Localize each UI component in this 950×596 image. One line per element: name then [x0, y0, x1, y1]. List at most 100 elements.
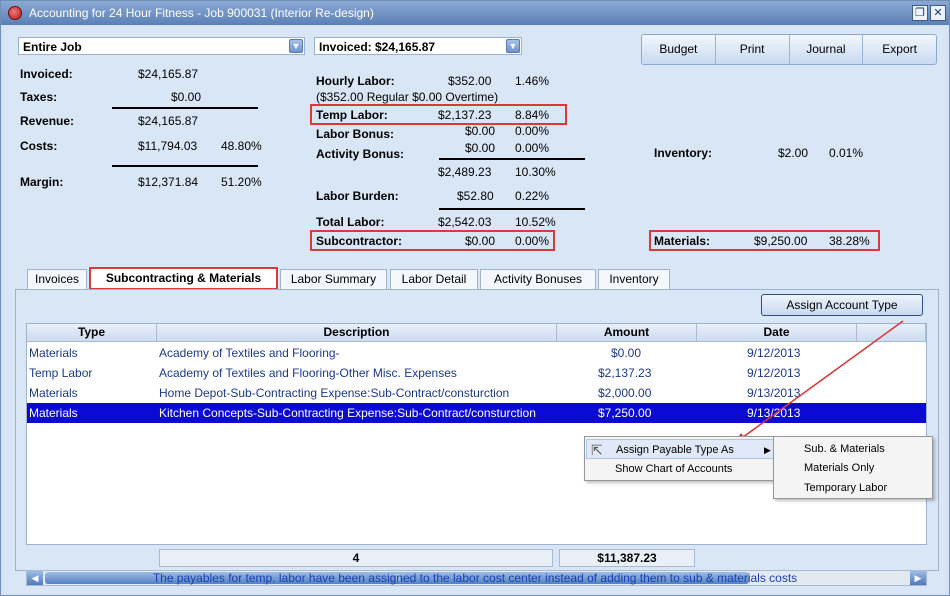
job-scope-dropdown[interactable]: Entire Job ▼ [18, 37, 305, 55]
taxes-label: Taxes: [20, 90, 58, 104]
materials-value: $9,250.00 [754, 234, 808, 248]
submenu-item-sub-materials[interactable]: Sub. & Materials [774, 439, 932, 459]
tab-activity-bonuses[interactable]: Activity Bonuses [480, 269, 596, 289]
menu-item-assign-payable-type[interactable]: ⇱ Assign Payable Type As ▶ [586, 439, 775, 459]
activity-bonus-pct: 0.00% [515, 141, 550, 155]
temp-labor-label: Temp Labor: [316, 108, 388, 122]
title-bar: Accounting for 24 Hour Fitness - Job 900… [1, 1, 949, 25]
amount-total: $11,387.23 [559, 549, 695, 567]
hourly-labor-pct: 1.46% [515, 74, 550, 88]
cell-description: Home Depot-Sub-Contracting Expense:Sub-C… [159, 386, 510, 400]
activity-bonus-label: Activity Bonus: [316, 147, 405, 161]
cell-amount: $0.00 [611, 346, 642, 360]
cell-description: Academy of Textiles and Flooring-Other M… [159, 366, 457, 380]
margin-pct: 51.20% [221, 175, 262, 189]
cell-description: Academy of Textiles and Flooring- [159, 346, 340, 360]
toolbar: Budget Print Journal Export [641, 34, 937, 65]
labor-subtotal-pct: 10.30% [515, 165, 556, 179]
assign-account-type-button[interactable]: Assign Account Type [761, 294, 923, 316]
total-labor-pct: 10.52% [515, 215, 556, 229]
costs-value: $11,794.03 [138, 139, 198, 153]
divider [112, 107, 258, 109]
taxes-value: $0.00 [171, 90, 202, 104]
margin-value: $12,371.84 [138, 175, 199, 189]
submenu-item-label: Temporary Labor [804, 482, 888, 494]
budget-button[interactable]: Budget [642, 35, 716, 64]
labor-burden-pct: 0.22% [515, 189, 550, 203]
labor-bonus-pct: 0.00% [515, 124, 550, 138]
labor-burden-label: Labor Burden: [316, 189, 399, 203]
margin-label: Margin: [20, 175, 64, 189]
subcontractor-pct: 0.00% [515, 234, 550, 248]
tab-inventory[interactable]: Inventory [598, 269, 670, 289]
temp-labor-pct: 8.84% [515, 108, 550, 122]
cell-amount: $7,250.00 [598, 406, 652, 420]
column-header-amount[interactable]: Amount [557, 324, 697, 342]
inventory-label: Inventory: [654, 146, 713, 160]
chevron-down-icon[interactable]: ▼ [506, 39, 520, 53]
invoiced-dropdown[interactable]: Invoiced: $24,165.87 ▼ [314, 37, 522, 55]
restore-icon[interactable]: ❐ [912, 5, 928, 21]
invoiced-label: Invoiced: [20, 67, 73, 81]
divider [439, 158, 585, 160]
cell-type: Materials [29, 386, 78, 400]
invoiced-filter-value: Invoiced: $24,165.87 [319, 40, 436, 54]
divider [439, 208, 585, 210]
total-labor-value: $2,542.03 [438, 215, 492, 229]
cell-description: Kitchen Concepts-Sub-Contracting Expense… [159, 406, 536, 420]
cell-type: Materials [29, 346, 78, 360]
menu-item-show-chart-of-accounts[interactable]: Show Chart of Accounts [585, 459, 774, 479]
materials-pct: 38.28% [829, 234, 870, 248]
cell-type: Temp Labor [29, 366, 93, 380]
labor-bonus-value: $0.00 [465, 124, 496, 138]
status-message: The payables for temp. labor have been a… [152, 571, 798, 585]
row-count: 4 [159, 549, 553, 567]
temp-labor-value: $2,137.23 [438, 108, 492, 122]
annotation-arrow [733, 320, 904, 445]
invoiced-value: $24,165.87 [138, 67, 199, 81]
close-icon[interactable]: ✕ [930, 5, 946, 21]
submenu-arrow-icon: ▶ [764, 445, 771, 455]
submenu-item-temporary-labor[interactable]: Temporary Labor [774, 478, 932, 498]
costs-label: Costs: [20, 139, 58, 153]
client-area: Entire Job ▼ Invoiced: $24,165.87 ▼ Budg… [5, 27, 945, 593]
cell-type: Materials [29, 406, 78, 420]
divider [112, 165, 258, 167]
hourly-labor-value: $352.00 [448, 74, 492, 88]
cursor-arrow-icon: ⇱ [591, 442, 603, 458]
submenu-item-label: Materials Only [804, 462, 875, 474]
print-button[interactable]: Print [715, 35, 790, 64]
tab-invoices[interactable]: Invoices [27, 269, 87, 289]
total-labor-label: Total Labor: [316, 215, 385, 229]
context-menu: ⇱ Assign Payable Type As ▶ Show Chart of… [584, 436, 777, 481]
tab-subcontracting-materials[interactable]: Subcontracting & Materials [89, 267, 278, 290]
revenue-value: $24,165.87 [138, 114, 199, 128]
submenu: Sub. & Materials Materials Only Temporar… [773, 436, 933, 499]
column-header-type[interactable]: Type [27, 324, 157, 342]
cell-amount: $2,000.00 [598, 386, 652, 400]
accounting-window: Accounting for 24 Hour Fitness - Job 900… [0, 0, 950, 596]
cell-amount: $2,137.23 [598, 366, 652, 380]
tab-labor-detail[interactable]: Labor Detail [390, 269, 478, 289]
menu-item-label: Assign Payable Type As [616, 444, 734, 456]
materials-label: Materials: [654, 234, 711, 248]
export-button[interactable]: Export [863, 35, 936, 64]
subcontractor-label: Subcontractor: [316, 234, 403, 248]
column-header-description[interactable]: Description [157, 324, 557, 342]
submenu-item-label: Sub. & Materials [804, 443, 885, 455]
window-title: Accounting for 24 Hour Fitness - Job 900… [29, 6, 374, 20]
activity-bonus-value: $0.00 [465, 141, 496, 155]
inventory-pct: 0.01% [829, 146, 864, 160]
labor-burden-value: $52.80 [457, 189, 494, 203]
costs-pct: 48.80% [221, 139, 262, 153]
menu-item-label: Show Chart of Accounts [615, 463, 733, 475]
chevron-down-icon[interactable]: ▼ [289, 39, 303, 53]
subcontractor-value: $0.00 [465, 234, 496, 248]
job-scope-value: Entire Job [23, 40, 82, 54]
labor-bonus-label: Labor Bonus: [316, 127, 394, 141]
app-globe-icon [8, 6, 22, 20]
tab-labor-summary[interactable]: Labor Summary [280, 269, 387, 289]
submenu-item-materials-only[interactable]: Materials Only [774, 458, 932, 478]
revenue-label: Revenue: [20, 114, 75, 128]
journal-button[interactable]: Journal [789, 35, 864, 64]
